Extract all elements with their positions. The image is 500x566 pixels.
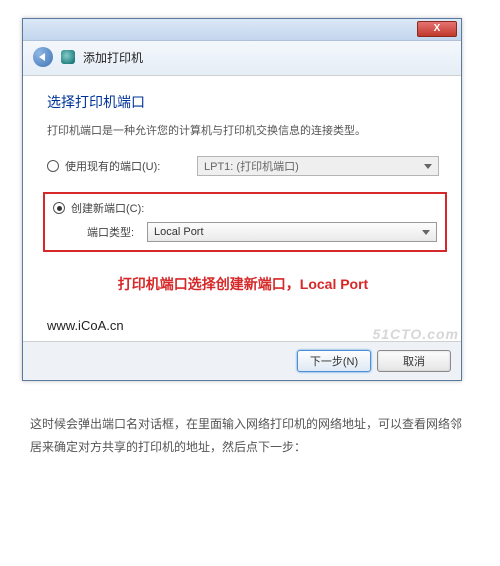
radio-create-new-label: 创建新端口(C): xyxy=(71,200,144,216)
next-button[interactable]: 下一步(N) xyxy=(297,350,371,372)
chevron-down-icon xyxy=(424,164,432,169)
page-heading: 选择打印机端口 xyxy=(47,92,439,112)
page-description: 打印机端口是一种允许您的计算机与打印机交换信息的连接类型。 xyxy=(47,122,439,138)
close-icon: X xyxy=(434,23,441,34)
option-use-existing-row: 使用现有的端口(U): LPT1: (打印机端口) xyxy=(47,156,439,176)
wizard-title: 添加打印机 xyxy=(83,49,143,66)
close-button[interactable]: X xyxy=(417,21,457,37)
cancel-button[interactable]: 取消 xyxy=(377,350,451,372)
nav-header: 添加打印机 xyxy=(23,41,461,76)
article-text: 这时候会弹出端口名对话框，在里面输入网络打印机的网络地址，可以查看网络邻居来确定… xyxy=(0,391,500,469)
port-type-label: 端口类型: xyxy=(87,224,141,240)
add-printer-dialog: X 添加打印机 选择打印机端口 打印机端口是一种允许您的计算机与打印机交换信息的… xyxy=(22,18,462,381)
dialog-footer: 51CTO.com 下一步(N) 取消 xyxy=(23,341,461,380)
back-button[interactable] xyxy=(33,47,53,67)
chevron-down-icon xyxy=(422,230,430,235)
radio-use-existing[interactable] xyxy=(47,160,59,172)
radio-create-new[interactable] xyxy=(53,202,65,214)
existing-port-value: LPT1: (打印机端口) xyxy=(204,158,299,174)
radio-use-existing-label: 使用现有的端口(U): xyxy=(65,158,160,174)
existing-port-dropdown: LPT1: (打印机端口) xyxy=(197,156,439,176)
dialog-body: 选择打印机端口 打印机端口是一种允许您的计算机与打印机交换信息的连接类型。 使用… xyxy=(23,76,461,341)
highlight-box: 创建新端口(C): 端口类型: Local Port xyxy=(43,192,447,252)
titlebar: X xyxy=(23,19,461,41)
cto-watermark: 51CTO.com xyxy=(372,326,459,342)
red-annotation-text: 打印机端口选择创建新端口，Local Port xyxy=(47,274,439,294)
article-paragraph: 这时候会弹出端口名对话框，在里面输入网络打印机的网络地址，可以查看网络邻居来确定… xyxy=(30,413,470,459)
port-type-dropdown[interactable]: Local Port xyxy=(147,222,437,242)
back-arrow-icon xyxy=(39,53,45,61)
port-type-value: Local Port xyxy=(154,226,204,238)
printer-wizard-icon xyxy=(61,50,75,64)
